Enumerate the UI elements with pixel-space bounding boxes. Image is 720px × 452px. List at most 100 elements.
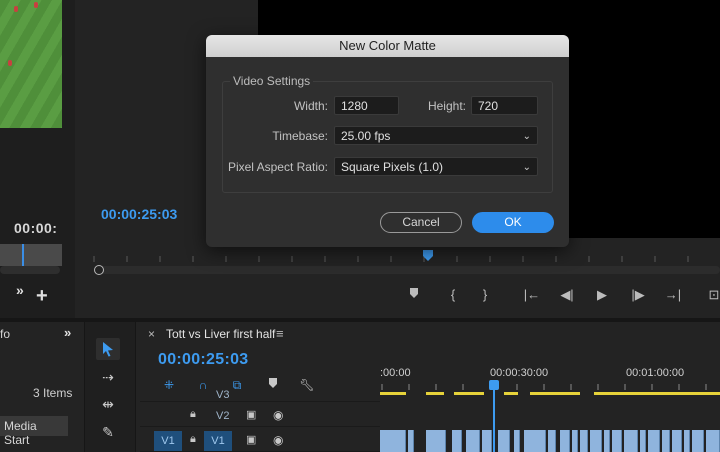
- height-field[interactable]: 720: [471, 96, 538, 115]
- export-frame-icon[interactable]: ⊡: [704, 285, 720, 305]
- premiere-workspace: 00:00: » + 00:00:25:03 { } |← ◀| ▶ |▶ →|…: [0, 0, 720, 452]
- double-chevron-icon[interactable]: »: [16, 282, 24, 298]
- go-to-in-icon[interactable]: |←: [522, 285, 542, 305]
- timeline-playhead[interactable]: [489, 380, 499, 390]
- step-forward-icon[interactable]: |▶: [628, 285, 648, 305]
- clip[interactable]: [498, 430, 510, 452]
- camera-icon[interactable]: ▣: [246, 433, 256, 446]
- add-icon[interactable]: +: [36, 286, 48, 306]
- mark-in-icon[interactable]: {: [443, 285, 463, 305]
- clip[interactable]: [590, 430, 602, 452]
- program-time-ruler[interactable]: [92, 250, 720, 264]
- clip[interactable]: [648, 430, 660, 452]
- track-select-icon[interactable]: ⇢: [96, 366, 120, 388]
- track-target-v1[interactable]: V1: [204, 431, 232, 451]
- timebase-select[interactable]: 25.00 fps ⌄: [334, 126, 538, 145]
- source-zoom-bar[interactable]: [0, 244, 62, 266]
- double-chevron-icon[interactable]: »: [64, 325, 71, 340]
- width-label: Width:: [293, 99, 328, 113]
- program-playhead[interactable]: [423, 250, 433, 262]
- hamburger-menu-icon[interactable]: ≡: [276, 326, 284, 341]
- source-playhead[interactable]: [22, 244, 24, 266]
- width-field[interactable]: 1280: [334, 96, 399, 115]
- dialog-titlebar[interactable]: New Color Matte: [206, 35, 569, 57]
- pixel-aspect-ratio-label: Pixel Aspect Ratio:: [227, 160, 328, 174]
- step-back-icon[interactable]: ◀|: [557, 285, 577, 305]
- clip[interactable]: [612, 430, 622, 452]
- clip[interactable]: [624, 430, 638, 452]
- timebase-label: Timebase:: [272, 129, 328, 143]
- razor-icon[interactable]: ✎: [96, 421, 120, 443]
- pixel-aspect-ratio-value: Square Pixels (1.0): [341, 160, 444, 174]
- work-area-bar[interactable]: [380, 392, 720, 395]
- ok-button[interactable]: OK: [472, 212, 554, 233]
- clip[interactable]: [706, 430, 720, 452]
- clip[interactable]: [452, 430, 462, 452]
- ripple-edit-icon[interactable]: ⇹: [96, 393, 120, 415]
- source-scrollbar[interactable]: [0, 266, 60, 274]
- dialog-title: New Color Matte: [339, 38, 436, 53]
- source-timecode[interactable]: 00:00:: [14, 220, 57, 236]
- clip[interactable]: [604, 430, 610, 452]
- clip[interactable]: [548, 430, 556, 452]
- video-settings-label: Video Settings: [230, 74, 314, 88]
- player-figure: [34, 2, 38, 8]
- height-label: Height:: [427, 99, 466, 113]
- clip[interactable]: [640, 430, 646, 452]
- work-area-segment: [380, 392, 406, 395]
- pixel-aspect-ratio-select[interactable]: Square Pixels (1.0) ⌄: [334, 157, 538, 176]
- work-area-segment: [594, 392, 720, 395]
- play-icon[interactable]: ▶: [592, 285, 612, 305]
- mark-out-icon[interactable]: }: [475, 285, 495, 305]
- close-icon[interactable]: ×: [148, 327, 155, 341]
- clip[interactable]: [692, 430, 704, 452]
- source-patch-v1[interactable]: V1: [154, 431, 182, 451]
- media-start-column-header[interactable]: Media Start: [0, 416, 68, 447]
- lock-icon[interactable]: 🔒︎: [190, 433, 196, 446]
- clip[interactable]: [426, 430, 446, 452]
- program-timecode[interactable]: 00:00:25:03: [101, 206, 177, 222]
- work-area-segment: [504, 392, 518, 395]
- timeline-timecode[interactable]: 00:00:25:03: [158, 351, 248, 369]
- clip[interactable]: [572, 430, 578, 452]
- clip[interactable]: [408, 430, 414, 452]
- clip[interactable]: [524, 430, 546, 452]
- work-area-segment: [530, 392, 580, 395]
- cancel-button[interactable]: Cancel: [380, 212, 462, 233]
- track-name: V2: [216, 410, 230, 422]
- chevron-down-icon: ⌄: [522, 131, 531, 142]
- player-figure: [14, 6, 18, 12]
- work-area-segment: [454, 392, 484, 395]
- ruler-ticks: [381, 384, 707, 390]
- clip[interactable]: [662, 430, 670, 452]
- track-row-v3[interactable]: V3: [140, 389, 380, 402]
- ruler-label: :00:00: [380, 367, 411, 379]
- work-area-segment: [426, 392, 444, 395]
- camera-icon[interactable]: ▣: [246, 408, 256, 421]
- clip[interactable]: [482, 430, 492, 452]
- clip[interactable]: [380, 430, 406, 452]
- clip[interactable]: [560, 430, 570, 452]
- timebase-value: 25.00 fps: [341, 129, 391, 143]
- ruler-label: 00:00:30:00: [490, 367, 549, 379]
- eye-icon[interactable]: ◉: [273, 433, 283, 447]
- lock-icon[interactable]: 🔒︎: [190, 408, 196, 421]
- program-scrollbar[interactable]: [94, 266, 720, 274]
- go-to-out-icon[interactable]: →|: [663, 285, 683, 305]
- selection-tool-icon[interactable]: [96, 338, 120, 360]
- track-row-v2[interactable]: 🔒︎ V2 ▣ ◉: [140, 405, 380, 427]
- clip[interactable]: [466, 430, 480, 452]
- clip[interactable]: [514, 430, 520, 452]
- ruler-label: 00:01:00:00: [626, 367, 685, 379]
- timeline-tab[interactable]: Tott vs Liver first half: [166, 327, 275, 341]
- marker-icon[interactable]: [404, 285, 424, 305]
- clip[interactable]: [580, 430, 588, 452]
- items-count: 3 Items: [33, 386, 73, 400]
- clip[interactable]: [684, 430, 690, 452]
- track-row-v1[interactable]: V1 🔒︎ V1 ▣ ◉: [140, 430, 380, 452]
- eye-icon[interactable]: ◉: [273, 408, 283, 422]
- program-scrollbar-handle[interactable]: [94, 265, 104, 275]
- clip[interactable]: [672, 430, 682, 452]
- project-tab[interactable]: fo: [0, 327, 10, 341]
- timeline-playhead-line: [493, 386, 495, 452]
